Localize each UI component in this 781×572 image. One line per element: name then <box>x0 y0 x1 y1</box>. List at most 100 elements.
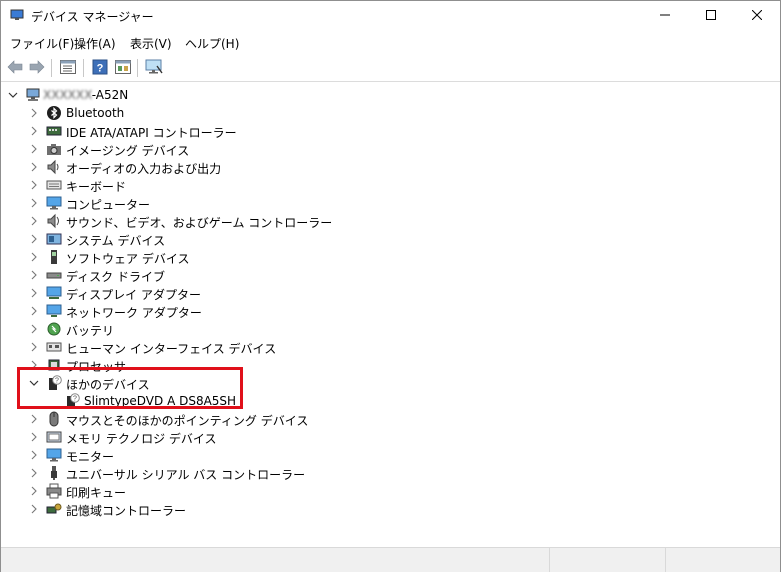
maximize-button[interactable] <box>688 1 734 31</box>
tree-category-item[interactable]: 記憶域コントローラー <box>1 500 780 518</box>
tree-item-label: バッテリ <box>66 324 115 338</box>
chevron-right-icon[interactable] <box>28 448 40 462</box>
chevron-right-icon[interactable] <box>28 268 40 282</box>
chevron-right-icon[interactable] <box>28 484 40 498</box>
maximize-icon <box>706 9 716 23</box>
sound-icon <box>46 213 62 229</box>
chevron-right-icon[interactable] <box>28 322 40 336</box>
chevron-right-icon[interactable] <box>28 430 40 444</box>
toolbar-separator <box>51 59 52 77</box>
close-button[interactable] <box>734 1 780 31</box>
minimize-button[interactable] <box>642 1 688 31</box>
help-button[interactable]: ? <box>91 59 109 77</box>
keyboard-icon <box>46 177 62 193</box>
device-tree[interactable]: XXXXXX-A52N Bluetooth IDE ATA/ATAPI コントロー… <box>1 82 780 546</box>
tree-item-label: ディスプレイ アダプター <box>66 288 201 302</box>
tree-category-item[interactable]: キーボード <box>1 176 780 194</box>
computer-icon <box>46 195 62 211</box>
tree-root[interactable]: XXXXXX-A52N <box>1 86 780 104</box>
tree-item-label: コンピューター <box>66 198 151 212</box>
tree-category-item[interactable]: サウンド、ビデオ、およびゲーム コントローラー <box>1 212 780 230</box>
tree-category-item[interactable]: プロセッサ <box>1 356 780 374</box>
chevron-right-icon[interactable] <box>28 106 40 120</box>
tree-device-item[interactable]: ? SlimtypeDVD A DS8A5SH <box>1 392 780 410</box>
tree-category-item[interactable]: ディスク ドライブ <box>1 266 780 284</box>
toolbar-separator <box>137 59 138 77</box>
tree-category-item[interactable]: ソフトウェア デバイス <box>1 248 780 266</box>
tree-item-label: メモリ テクノロジ デバイス <box>66 432 217 446</box>
tree-item-label: ディスク ドライブ <box>66 270 165 284</box>
chevron-right-icon[interactable] <box>28 214 40 228</box>
tree-root-label: XXXXXX-A52N <box>43 88 128 102</box>
window-title: デバイス マネージャー <box>31 10 154 24</box>
network-adapter-icon <box>46 303 62 319</box>
tree-category-item[interactable]: メモリ テクノロジ デバイス <box>1 428 780 446</box>
chevron-right-icon[interactable] <box>28 196 40 210</box>
mouse-icon <box>46 411 62 427</box>
device-manager-app-icon <box>10 9 24 21</box>
svg-text:?: ? <box>73 396 77 403</box>
tree-item-label: マウスとそのほかのポインティング デバイス <box>66 414 309 428</box>
menu-file[interactable]: ファイル(F) <box>10 35 74 52</box>
chevron-right-icon[interactable] <box>28 142 40 156</box>
chevron-down-icon[interactable] <box>28 376 40 390</box>
tree-category-item[interactable]: IDE ATA/ATAPI コントローラー <box>1 122 780 140</box>
tree-category-item[interactable]: マウスとそのほかのポインティング デバイス <box>1 410 780 428</box>
tree-item-label: モニター <box>66 450 115 464</box>
tree-item-label: ユニバーサル シリアル バス コントローラー <box>66 468 306 482</box>
forward-arrow-icon <box>29 59 45 77</box>
tree-category-item[interactable]: オーディオの入力および出力 <box>1 158 780 176</box>
tree-item-label: SlimtypeDVD A DS8A5SH <box>84 394 237 408</box>
chevron-down-icon[interactable] <box>7 88 19 102</box>
scan-hardware-button[interactable] <box>145 59 163 77</box>
chevron-right-icon[interactable] <box>28 358 40 372</box>
tree-item-label: オーディオの入力および出力 <box>66 162 222 176</box>
tree-item-label: 印刷キュー <box>66 486 127 500</box>
view-button[interactable] <box>114 59 132 77</box>
minimize-icon <box>660 9 670 23</box>
tree-category-item[interactable]: モニター <box>1 446 780 464</box>
chevron-right-icon[interactable] <box>28 124 40 138</box>
tree-category-item[interactable]: ネットワーク アダプター <box>1 302 780 320</box>
chevron-right-icon[interactable] <box>28 502 40 516</box>
tree-category-item[interactable]: ヒューマン インターフェイス デバイス <box>1 338 780 356</box>
toolbar-separator <box>83 59 84 77</box>
back-button[interactable] <box>6 59 24 77</box>
tree-category-item[interactable]: コンピューター <box>1 194 780 212</box>
menu-help[interactable]: ヘルプ(H) <box>185 35 239 52</box>
tree-category-item[interactable]: ユニバーサル シリアル バス コントローラー <box>1 464 780 482</box>
tree-item-label: ヒューマン インターフェイス デバイス <box>66 342 277 356</box>
tree-item-label: ソフトウェア デバイス <box>66 252 190 266</box>
properties-button[interactable] <box>59 59 77 77</box>
chevron-right-icon[interactable] <box>28 340 40 354</box>
ide-controller-icon <box>46 123 62 139</box>
menu-action[interactable]: 操作(A) <box>74 35 116 52</box>
chevron-right-icon[interactable] <box>28 178 40 192</box>
software-device-icon <box>46 249 62 265</box>
chevron-right-icon[interactable] <box>28 286 40 300</box>
chevron-right-icon[interactable] <box>28 304 40 318</box>
tree-category-item[interactable]: システム デバイス <box>1 230 780 248</box>
menu-view[interactable]: 表示(V) <box>130 35 172 52</box>
computer-root-icon <box>25 87 41 103</box>
forward-button[interactable] <box>28 59 46 77</box>
tree-category-item[interactable]: Bluetooth <box>1 104 780 122</box>
title-bar[interactable]: デバイス マネージャー <box>1 1 780 31</box>
chevron-right-icon[interactable] <box>28 412 40 426</box>
chevron-right-icon[interactable] <box>28 232 40 246</box>
memory-icon <box>46 429 62 445</box>
tree-category-item[interactable]: イメージング デバイス <box>1 140 780 158</box>
tree-category-item[interactable]: バッテリ <box>1 320 780 338</box>
status-separator <box>549 548 550 572</box>
tree-item-label: キーボード <box>66 180 127 194</box>
chevron-right-icon[interactable] <box>28 160 40 174</box>
tree-category-item[interactable]: ? ほかのデバイス <box>1 374 780 392</box>
tree-item-label: サウンド、ビデオ、およびゲーム コントローラー <box>66 216 333 230</box>
chevron-right-icon[interactable] <box>28 250 40 264</box>
unknown-device-icon: ? <box>46 375 62 391</box>
processor-icon <box>46 357 62 373</box>
status-bar <box>1 547 780 572</box>
chevron-right-icon[interactable] <box>28 466 40 480</box>
tree-category-item[interactable]: 印刷キュー <box>1 482 780 500</box>
tree-category-item[interactable]: ディスプレイ アダプター <box>1 284 780 302</box>
